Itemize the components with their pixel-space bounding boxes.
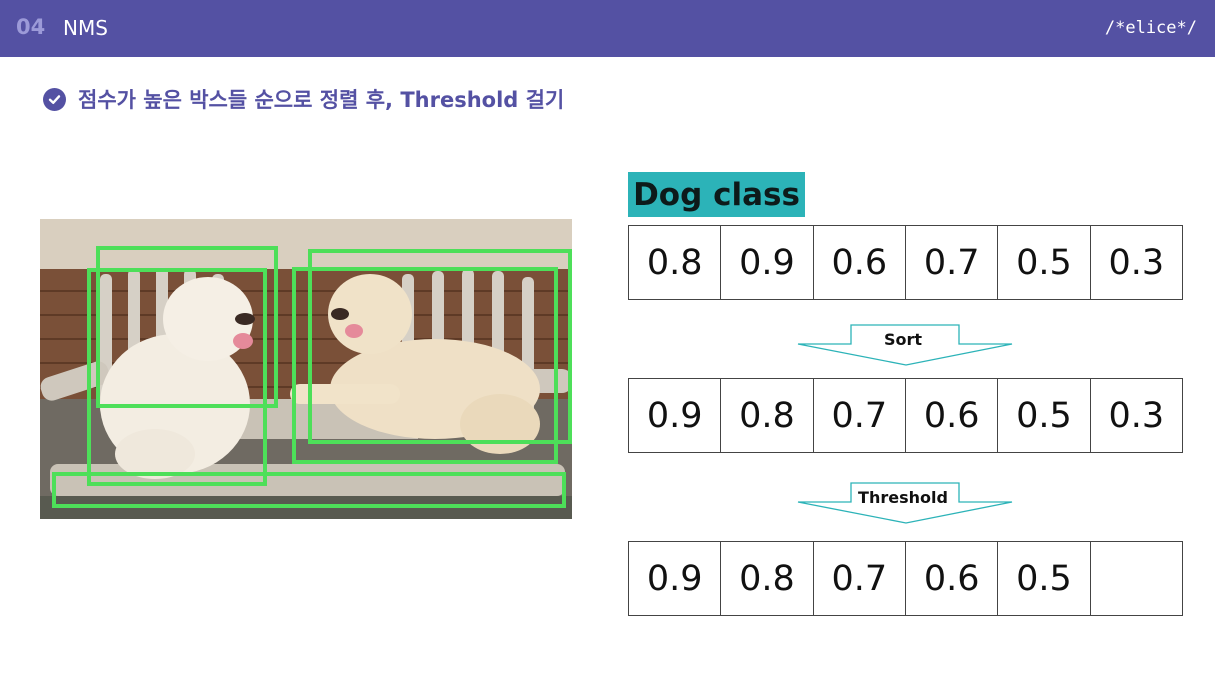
- class-label-text: Dog class: [633, 176, 800, 213]
- score-row-original: 0.8 0.9 0.6 0.7 0.5 0.3: [628, 225, 1183, 300]
- score-cell: 0.8: [629, 226, 722, 300]
- score-cell: 0.6: [905, 542, 999, 616]
- sort-arrow: Sort: [796, 324, 1016, 366]
- subtitle-row: 점수가 높은 박스들 순으로 정렬 후, Threshold 걸기: [43, 84, 564, 114]
- section-number: 04: [16, 15, 46, 39]
- score-cell: [1090, 542, 1183, 616]
- score-cell: 0.7: [813, 542, 906, 616]
- score-cell: 0.6: [905, 379, 999, 453]
- score-cell: 0.9: [629, 542, 722, 616]
- threshold-arrow: Threshold: [796, 482, 1016, 524]
- score-cell: 0.7: [813, 379, 906, 453]
- dogs-photo: [40, 219, 572, 519]
- header-bar: 04 NMS /*elice*/: [0, 0, 1215, 57]
- score-cell: 0.5: [998, 542, 1091, 616]
- score-cell: 0.5: [998, 379, 1091, 453]
- slide-subtitle: 점수가 높은 박스들 순으로 정렬 후, Threshold 걸기: [78, 88, 565, 112]
- sort-label: Sort: [883, 330, 923, 349]
- score-cell: 0.3: [1090, 379, 1183, 453]
- score-cell: 0.3: [1090, 226, 1183, 300]
- score-row-thresholded: 0.9 0.8 0.7 0.6 0.5: [628, 541, 1183, 616]
- score-cell: 0.9: [629, 379, 722, 453]
- brand-logo: /*elice*/: [1104, 18, 1197, 38]
- score-cell: 0.6: [813, 226, 906, 300]
- class-label: Dog class: [628, 172, 805, 217]
- score-cell: 0.8: [721, 379, 814, 453]
- check-circle-icon: [43, 87, 66, 111]
- score-cell: 0.5: [998, 226, 1091, 300]
- section-title: NMS: [63, 16, 108, 40]
- score-row-sorted: 0.9 0.8 0.7 0.6 0.5 0.3: [628, 378, 1183, 453]
- score-cell: 0.8: [721, 542, 814, 616]
- threshold-label: Threshold: [858, 488, 948, 507]
- score-cell: 0.9: [721, 226, 814, 300]
- score-cell: 0.7: [905, 226, 999, 300]
